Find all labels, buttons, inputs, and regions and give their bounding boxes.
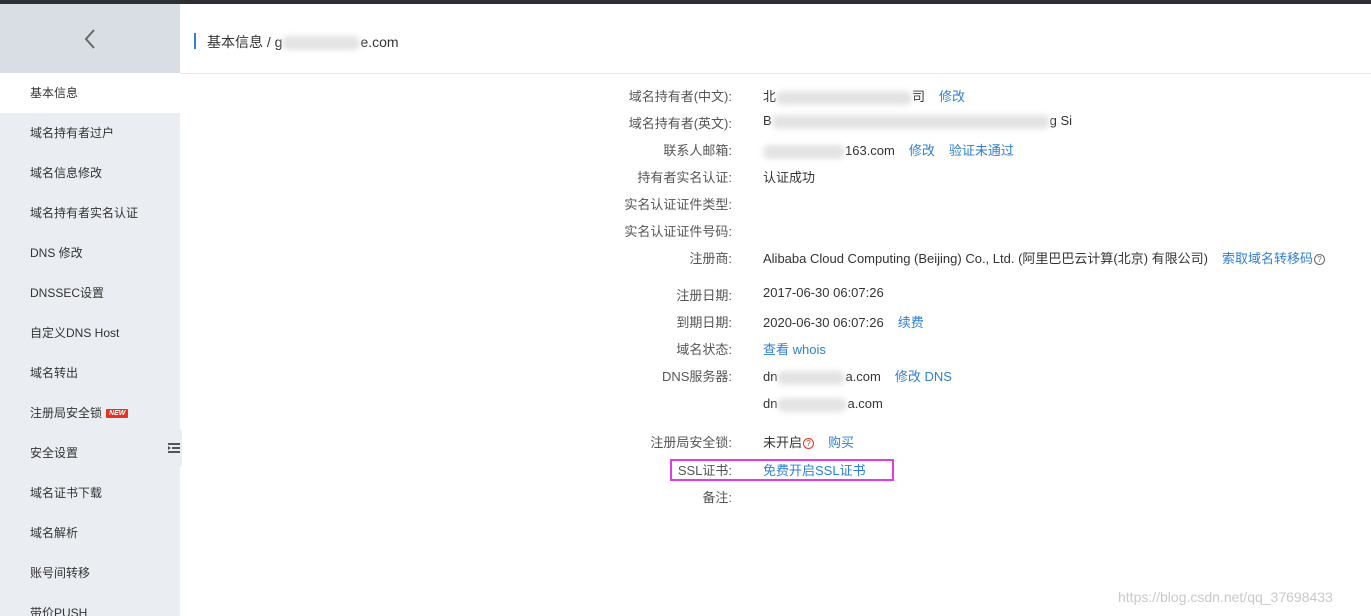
lock-value: 未开启? 购买	[763, 432, 854, 451]
dns-value-2: dn a.com	[763, 396, 883, 412]
sidebar-item-dns-resolve[interactable]: 域名解析	[0, 513, 180, 553]
cert-type-label: 实名认证证件类型:	[624, 197, 732, 212]
dns-value-1: dn a.com 修改 DNS	[763, 366, 952, 385]
row-realname: 持有者实名认证: 认证成功	[0, 167, 1371, 187]
sidebar-item-price-push[interactable]: 带价PUSH	[0, 593, 180, 616]
row-dns-2: dn a.com	[0, 396, 1371, 416]
row-cert-type: 实名认证证件类型:	[0, 194, 1371, 214]
owner-en-value: Bg Si	[763, 113, 1072, 129]
question-circle-icon[interactable]: ?	[1314, 254, 1326, 265]
transfer-code-link[interactable]: 索取域名转移码	[1222, 251, 1313, 266]
ns1-prefix: dn	[763, 369, 778, 384]
row-lock: 注册局安全锁: 未开启? 购买	[0, 432, 1371, 452]
remark-label: 备注:	[702, 490, 732, 505]
modify-dns-link[interactable]: 修改 DNS	[895, 369, 952, 384]
redacted-domain	[282, 36, 361, 51]
watermark: https://blog.csdn.net/qq_37698433	[1118, 589, 1333, 605]
sidebar-item-label: 带价PUSH	[30, 606, 88, 616]
email-verify-link[interactable]: 验证未通过	[949, 143, 1014, 158]
breadcrumb-accent	[194, 33, 196, 49]
row-email: 联系人邮箱: 163.com 修改 验证未通过	[0, 140, 1371, 160]
question-circle-icon[interactable]: ?	[803, 438, 815, 449]
back-button[interactable]	[0, 4, 180, 73]
registrar-value: Alibaba Cloud Computing (Beijing) Co., L…	[763, 248, 1326, 267]
exp-date-value: 2020-06-30 06:07:26 续费	[763, 312, 924, 331]
owner-cn-prefix: 北	[763, 89, 777, 104]
row-owner-en: 域名持有者(英文): Bg Si	[0, 113, 1371, 133]
email-suffix: 163.com	[845, 143, 895, 158]
buy-lock-link[interactable]: 购买	[828, 435, 854, 450]
owner-cn-modify-link[interactable]: 修改	[939, 89, 965, 104]
domain-prefix: g	[274, 34, 283, 50]
lock-label: 注册局安全锁:	[650, 435, 732, 450]
domain-suffix: e.com	[360, 34, 399, 50]
exp-date-label: 到期日期:	[676, 315, 732, 330]
redacted-owner-cn	[776, 90, 913, 105]
sidebar-item-label: 域名解析	[30, 526, 79, 540]
realname-value: 认证成功	[763, 170, 816, 185]
status-value: 查看 whois	[763, 339, 826, 358]
cert-no-label: 实名认证证件号码:	[624, 224, 732, 239]
whois-link[interactable]: 查看 whois	[763, 342, 826, 357]
email-value: 163.com 修改 验证未通过	[763, 140, 1014, 159]
owner-cn-suffix: 司	[912, 89, 926, 104]
owner-en-prefix: B	[763, 113, 772, 128]
row-registrar: 注册商: Alibaba Cloud Computing (Beijing) C…	[0, 248, 1371, 268]
redacted-ns2	[777, 397, 848, 412]
chevron-left-icon	[84, 28, 95, 49]
owner-cn-value: 北 司修改	[763, 86, 965, 105]
breadcrumb: 基本信息 / g e.com	[207, 32, 399, 52]
reg-date-value: 2017-06-30 06:07:26	[763, 285, 884, 300]
status-label: 域名状态:	[676, 342, 732, 357]
redacted-email	[763, 144, 845, 159]
owner-en-label: 域名持有者(英文):	[628, 116, 732, 131]
redacted-ns1	[777, 370, 846, 385]
exp-date-text: 2020-06-30 06:07:26	[763, 315, 884, 330]
owner-en-suffix: g Si	[1049, 113, 1073, 128]
row-remark: 备注:	[0, 487, 1371, 507]
row-dns: DNS服务器: dn a.com 修改 DNS	[0, 366, 1371, 386]
ns1-suffix: a.com	[845, 369, 881, 384]
breadcrumb-separator: /	[266, 34, 271, 50]
page-header: 基本信息 / g e.com	[180, 4, 1371, 74]
email-label: 联系人邮箱:	[663, 143, 732, 158]
email-modify-link[interactable]: 修改	[909, 143, 935, 158]
breadcrumb-root[interactable]: 基本信息	[207, 34, 263, 50]
row-cert-no: 实名认证证件号码:	[0, 221, 1371, 241]
row-status: 域名状态: 查看 whois	[0, 339, 1371, 359]
ns2-suffix: a.com	[847, 396, 883, 411]
row-exp-date: 到期日期: 2020-06-30 06:07:26 续费	[0, 312, 1371, 332]
row-reg-date: 注册日期: 2017-06-30 06:07:26	[0, 285, 1371, 305]
renew-link[interactable]: 续费	[898, 315, 924, 330]
registrar-name: Alibaba Cloud Computing (Beijing) Co., L…	[763, 251, 1209, 266]
row-owner-cn: 域名持有者(中文): 北 司修改	[0, 86, 1371, 106]
registrar-label: 注册商:	[689, 251, 732, 266]
redacted-owner-en	[771, 114, 1050, 129]
sidebar-item-account-transfer[interactable]: 账号间转移	[0, 553, 180, 593]
ns2-prefix: dn	[763, 396, 778, 411]
lock-status: 未开启	[763, 435, 803, 450]
ssl-highlight-box	[670, 459, 894, 481]
owner-cn-label: 域名持有者(中文):	[628, 89, 732, 104]
realname-label: 持有者实名认证:	[637, 170, 732, 185]
reg-date-label: 注册日期:	[676, 288, 732, 303]
sidebar-item-label: 账号间转移	[30, 566, 91, 580]
dns-label: DNS服务器:	[661, 369, 732, 384]
